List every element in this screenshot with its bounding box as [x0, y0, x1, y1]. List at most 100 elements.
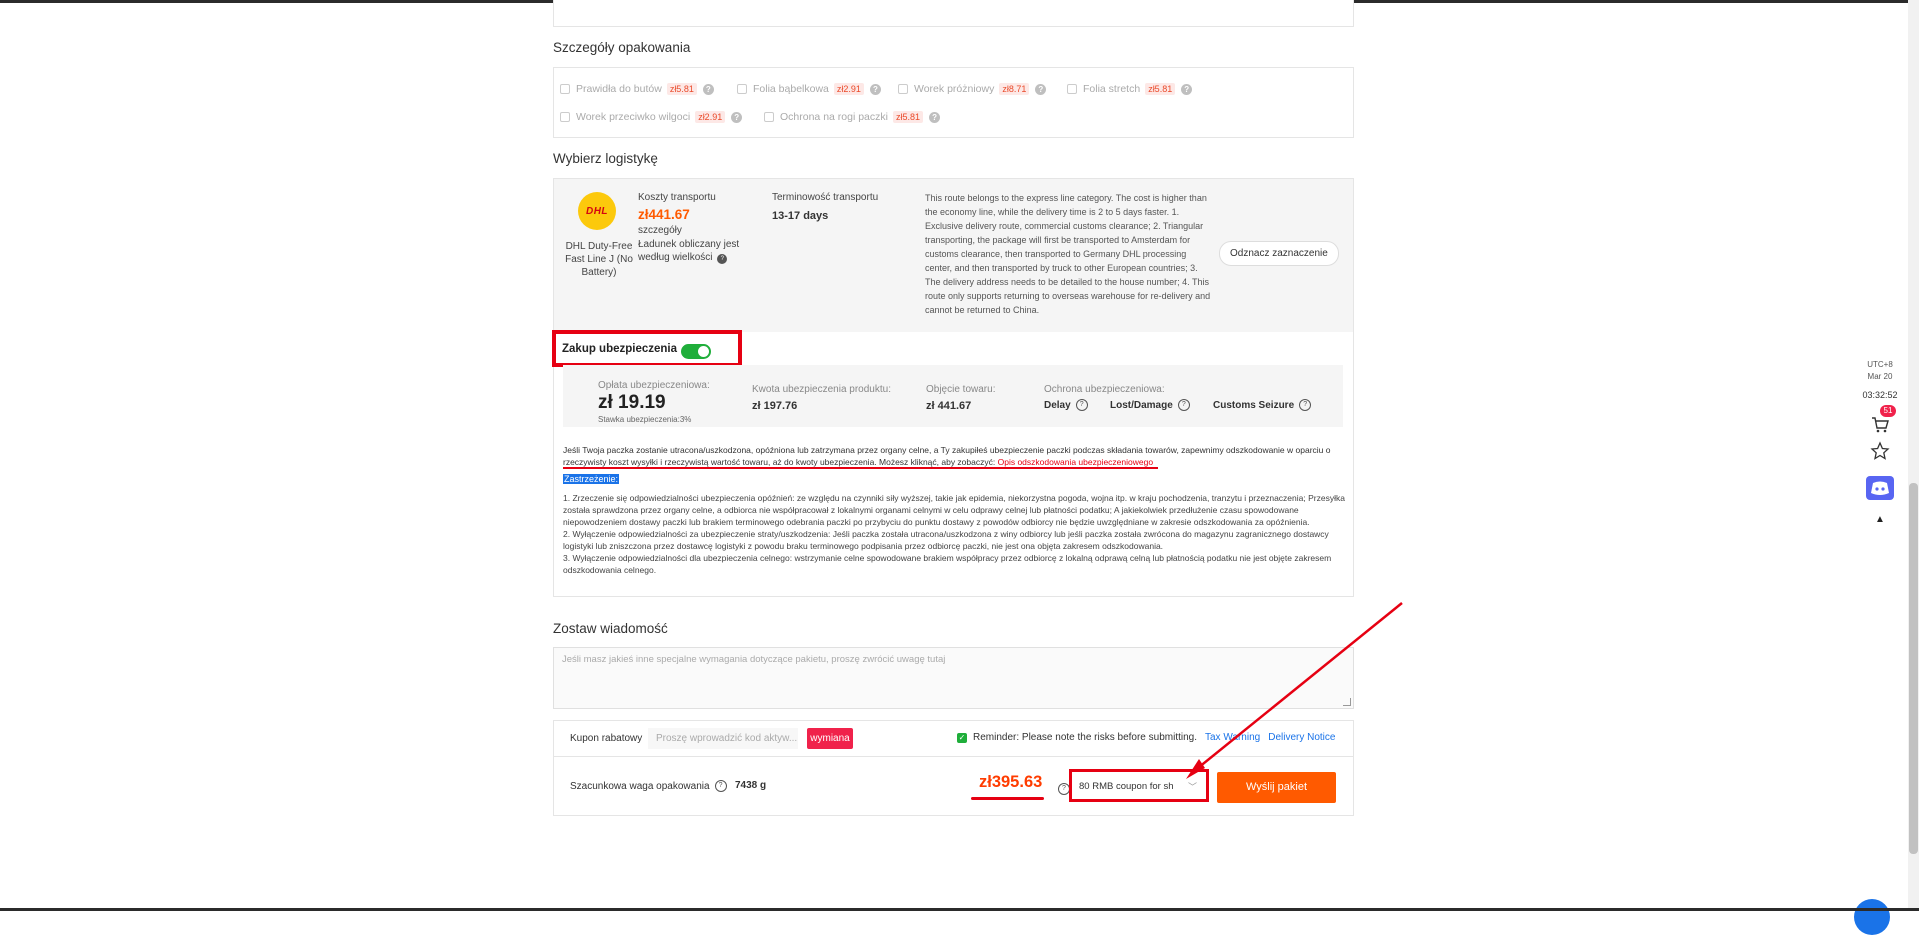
option-price: zł5.81 [892, 111, 924, 123]
help-icon[interactable]: ? [1299, 399, 1312, 411]
packaging-option-shoe-trees[interactable]: Prawidła do butów zł5.81 ? [560, 83, 714, 95]
checkbox[interactable] [1067, 84, 1077, 94]
help-icon[interactable]: ? [1177, 399, 1190, 411]
insurance-header: Zakup ubezpieczenia [552, 330, 742, 367]
route-description: This route belongs to the express line c… [925, 193, 1211, 315]
rate-label: Stawka ubezpieczenia:3% [598, 415, 692, 424]
protection-delay: Delay? [1044, 399, 1088, 411]
exchange-button[interactable]: wymiana [807, 728, 853, 749]
message-title: Zostaw wiadomość [553, 621, 668, 636]
message-placeholder: Jeśli masz jakieś inne specjalne wymagan… [562, 654, 946, 665]
option-label: Worek przeciwko wilgoci [576, 111, 691, 123]
help-icon[interactable]: ? [1181, 83, 1193, 95]
checkbox[interactable] [560, 112, 570, 122]
total-row: Szacunkowa waga opakowania ? 7438 g zł39… [553, 756, 1354, 816]
disclaimer-item: 3. Wyłączenie odpowiedzialności dla ubez… [563, 553, 1332, 575]
disclaimer-body: 1. Zrzeczenie się odpowiedzialności ubez… [563, 492, 1348, 576]
delivery-notice-link[interactable]: Delivery Notice [1268, 732, 1335, 743]
protection-lost-damage: Lost/Damage? [1110, 399, 1190, 411]
option-label: Folia bąbelkowa [753, 83, 829, 95]
compensation-link[interactable]: Opis odszkodowania ubezpieczeniowego [998, 457, 1153, 467]
help-icon[interactable]: ? [702, 83, 714, 95]
packaging-option-stretch-film[interactable]: Folia stretch zł5.81 ? [1067, 83, 1193, 95]
toggle-knob [698, 346, 709, 357]
option-price: zł2.91 [833, 83, 864, 95]
cart-icon[interactable] [1871, 416, 1889, 434]
protection-label: Ochrona ubezpieczeniowa: [1044, 384, 1165, 395]
resize-handle[interactable] [1343, 698, 1351, 706]
insurance-stats: Opłata ubezpieczeniowa: zł 19.19 Stawka … [563, 365, 1343, 427]
packaging-option-vacuum-bag[interactable]: Worek próżniowy zł8.71 ? [898, 83, 1047, 95]
packaging-option-bubble-wrap[interactable]: Folia bąbelkowa zł2.91 ? [737, 83, 881, 95]
message-textarea[interactable]: Jeśli masz jakieś inne specjalne wymagan… [553, 647, 1354, 709]
reminder-text: Reminder: Please note the risks before s… [973, 732, 1197, 743]
checkbox[interactable] [737, 84, 747, 94]
coupon-input[interactable]: Proszę wprowadzić kod aktyw... [648, 728, 798, 749]
reminder: ✓ Reminder: Please note the risks before… [957, 732, 1335, 743]
amount-label: Kwota ubezpieczenia produktu: [752, 384, 891, 395]
checkbox[interactable] [764, 112, 774, 122]
logistics-option[interactable]: DHL DHL Duty-Free Fast Line J (No Batter… [554, 179, 1353, 332]
help-icon[interactable]: ? [714, 780, 727, 792]
details-link[interactable]: szczegóły [638, 224, 682, 237]
coupon-select-value: 80 RMB coupon for sh [1079, 781, 1174, 792]
cart-badge: 51 [1880, 405, 1896, 417]
option-label: Worek próżniowy [914, 83, 995, 95]
cost-value: zł441.67 [638, 207, 690, 222]
coupon-row: Kupon rabatowy Proszę wprowadzić kod akt… [553, 720, 1354, 758]
red-underline [563, 467, 1158, 469]
help-icon[interactable]: ? [1075, 399, 1088, 411]
weight-note: Ładunek obliczany jest według wielkości … [638, 239, 740, 264]
chat-bubble-icon[interactable] [1854, 899, 1890, 935]
time-value: 13-17 days [772, 210, 829, 222]
logistics-title: Wybierz logistykę [553, 151, 658, 166]
help-icon[interactable]: ? [717, 254, 728, 264]
help-icon[interactable]: ? [929, 111, 941, 123]
fee-value: zł 19.19 [598, 392, 666, 413]
option-label: Folia stretch [1083, 83, 1141, 95]
cost-label: Koszty transportu [638, 192, 716, 203]
packaging-option-corner-protection[interactable]: Ochrona na rogi paczki zł5.81 ? [764, 111, 941, 123]
checkbox[interactable] [560, 84, 570, 94]
logistics-panel: DHL DHL Duty-Free Fast Line J (No Batter… [552, 178, 1354, 597]
packaging-options: Prawidła do butów zł5.81 ? Folia bąbelko… [553, 67, 1354, 138]
deselect-button[interactable]: Odznacz zaznaczenie [1219, 241, 1339, 266]
help-icon[interactable]: ? [731, 111, 743, 123]
help-icon[interactable]: ? [869, 83, 881, 95]
disclaimer-title: Zastrzeżenie: [563, 474, 620, 484]
insurance-info: Jeśli Twoja paczka zostanie utracona/usz… [563, 445, 1331, 467]
disclaimer-item: 2. Wyłączenie odpowiedzialności za ubezp… [563, 529, 1329, 551]
date: Mar 20 [1867, 372, 1893, 381]
option-price: zł5.81 [666, 83, 697, 95]
coupon-select[interactable]: 80 RMB coupon for sh ﹀ [1069, 769, 1209, 802]
carrier-name: DHL Duty-Free Fast Line J (No Battery) [565, 241, 633, 278]
discord-icon[interactable] [1866, 476, 1894, 500]
scroll-top-icon[interactable]: ▲ [1866, 509, 1894, 531]
option-label: Ochrona na rogi paczki [780, 111, 888, 123]
weight-label: Szacunkowa waga opakowania ? [570, 780, 727, 792]
submit-button[interactable]: Wyślij pakiet [1217, 772, 1336, 803]
red-underline [971, 797, 1044, 800]
weight-value: 7438 g [735, 780, 767, 791]
coverage-label: Objęcie towaru: [926, 384, 996, 395]
total-price: zł395.63 [979, 773, 1043, 791]
scrollbar-thumb[interactable] [1909, 483, 1918, 854]
protection-customs: Customs Seizure? [1213, 399, 1312, 411]
packaging-title: Szczegóły opakowania [553, 40, 691, 55]
tax-warning-link[interactable]: Tax Warning [1205, 732, 1260, 743]
disclaimer-item: 1. Zrzeczenie się odpowiedzialności ubez… [563, 493, 1345, 527]
insurance-toggle[interactable] [681, 344, 711, 359]
dhl-logo: DHL [578, 192, 616, 230]
fee-label: Opłata ubezpieczeniowa: [598, 380, 710, 391]
option-label: Prawidła do butów [576, 83, 662, 95]
reminder-checkbox[interactable]: ✓ [957, 732, 967, 743]
packaging-option-moisture-bag[interactable]: Worek przeciwko wilgoci zł2.91 ? [560, 111, 743, 123]
clock: 03:32:52 [1862, 390, 1898, 400]
option-price: zł8.71 [999, 83, 1030, 95]
timezone: UTC+8 [1867, 360, 1893, 369]
chevron-down-icon: ﹀ [1187, 782, 1197, 792]
star-icon[interactable] [1870, 441, 1890, 461]
help-icon[interactable]: ? [1035, 83, 1047, 95]
option-price: zł2.91 [695, 111, 726, 123]
checkbox[interactable] [898, 84, 908, 94]
